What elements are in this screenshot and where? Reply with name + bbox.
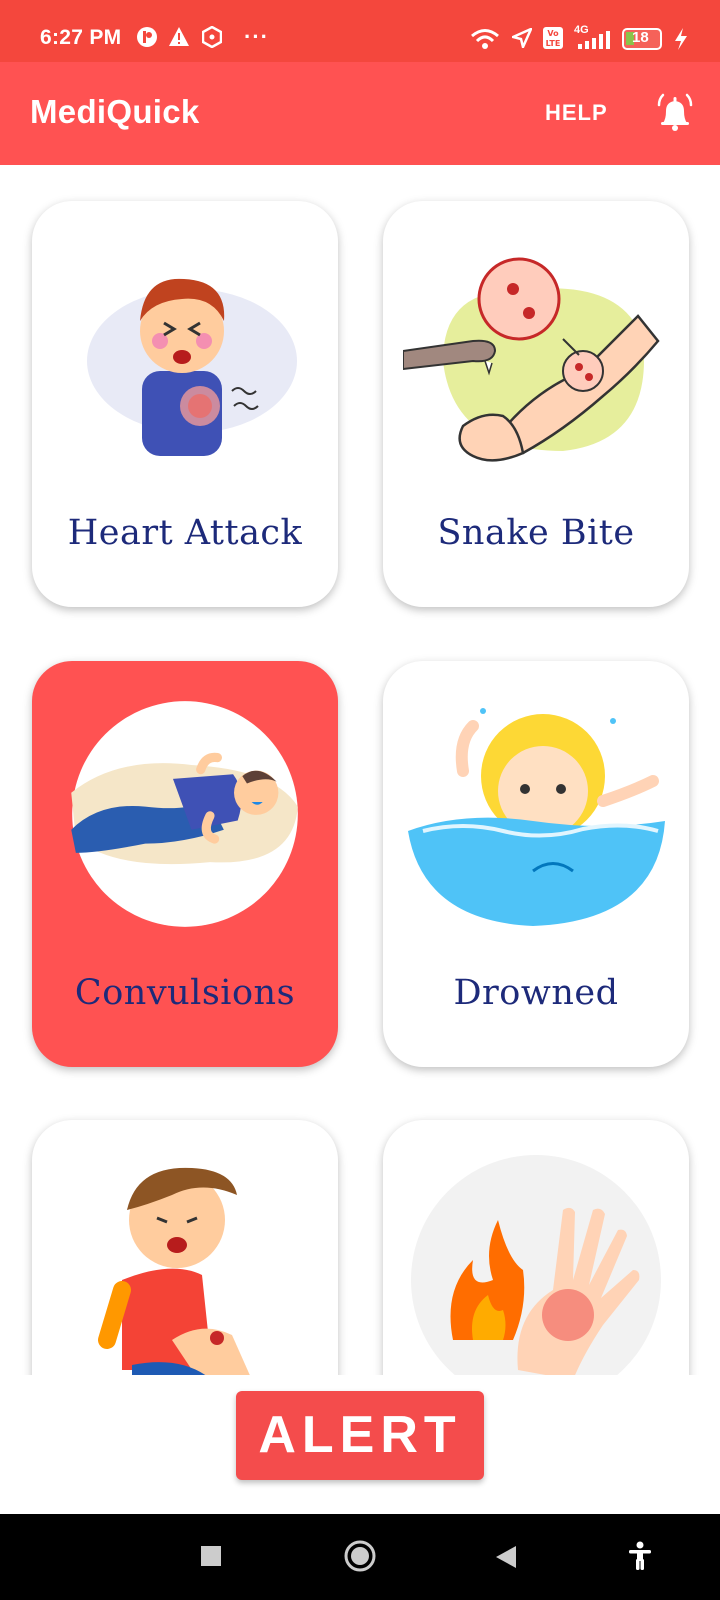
svg-text:LTE: LTE [546,39,561,48]
snake-bite-illustration [403,257,660,462]
card-label: Convulsions [74,973,296,1013]
signal-icon [578,31,610,49]
charging-icon [675,28,687,50]
alert-button[interactable]: ALERT [236,1391,484,1480]
system-nav-bar [0,1514,720,1600]
card-drowned[interactable]: Drowned [383,661,689,1067]
warning-icon [169,27,189,46]
knee-injury-illustration [98,1167,250,1375]
card-label: Snake Bite [437,513,635,553]
card-label: Drowned [453,973,619,1013]
status-time: 6:27 PM [40,26,122,49]
status-bar: 6:27 PM ··· Vo LTE 4G 18 [0,0,720,62]
alarm-bell-icon[interactable] [655,93,695,133]
battery-level: 18 [632,29,649,46]
app-notification-icon [137,27,157,47]
app-title: MediQuick [30,93,200,130]
convulsions-illustration [71,701,298,927]
drowning-illustration [408,708,665,926]
more-dots-icon: ··· [244,24,269,49]
burn-hand-illustration [411,1155,661,1375]
emergency-grid: Heart Attack Snake Bite Convulsions Drow… [0,165,720,1375]
wifi-icon [471,29,499,49]
battery-icon: 18 [622,28,662,50]
heart-attack-illustration [87,278,297,456]
help-button[interactable]: HELP [545,100,608,126]
back-triangle-icon[interactable] [494,1544,518,1570]
card-snake-bite[interactable]: Snake Bite [383,201,689,607]
card-burn[interactable] [383,1120,689,1375]
card-convulsions[interactable]: Convulsions [32,661,338,1067]
accessibility-icon[interactable] [627,1541,653,1571]
svg-text:Vo: Vo [547,29,559,38]
shield-icon [202,26,222,48]
volte-icon: VoLTE [543,27,563,49]
app-bar: MediQuick HELP [0,62,720,165]
location-arrow-icon [512,28,532,48]
card-knee-injury[interactable] [32,1120,338,1375]
home-circle-icon[interactable] [343,1539,377,1573]
card-heart-attack[interactable]: Heart Attack [32,201,338,607]
recents-square-icon[interactable] [199,1544,223,1568]
card-label: Heart Attack [67,513,303,553]
